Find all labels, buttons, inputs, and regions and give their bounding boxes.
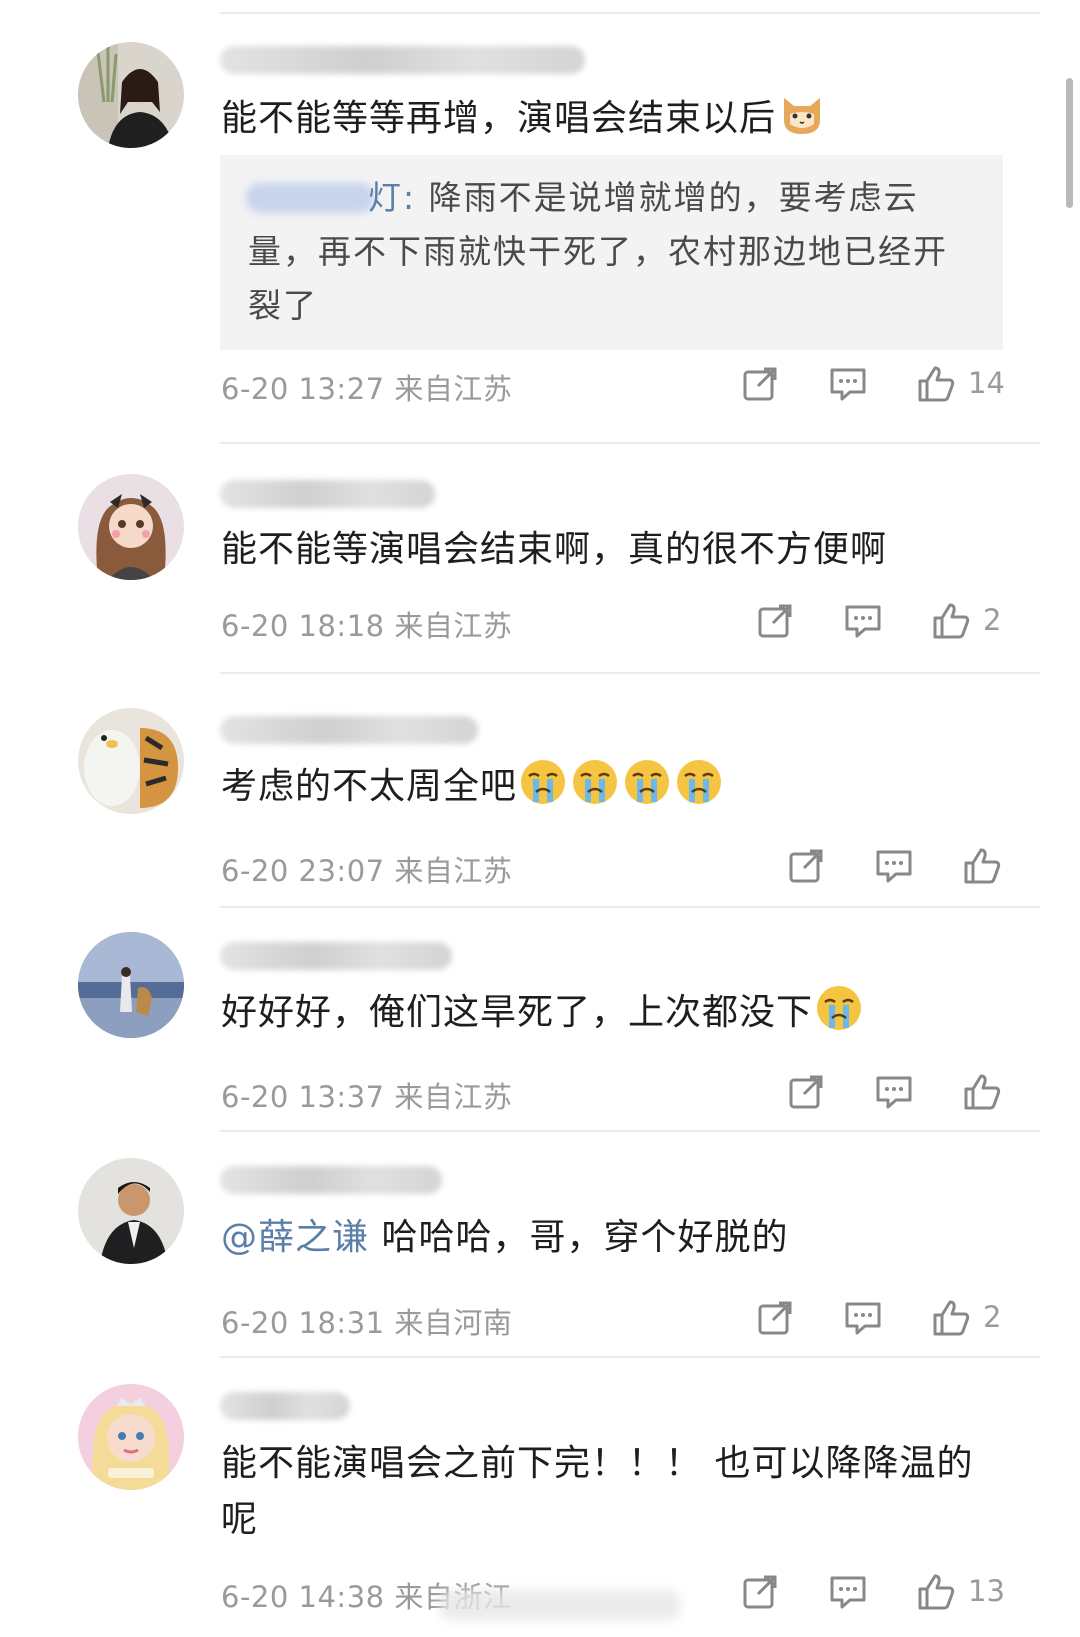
crying-face-emoji — [519, 758, 567, 806]
like-icon[interactable] — [916, 1572, 956, 1612]
like-icon[interactable] — [916, 364, 956, 404]
scrollbar[interactable] — [1066, 78, 1073, 208]
divider — [220, 442, 1040, 444]
cat-face-emoji — [778, 90, 826, 138]
watermark-blurred — [440, 1590, 680, 1620]
comment-meta: 6-20 18:31 来自河南 — [221, 1306, 513, 1340]
share-icon[interactable] — [740, 364, 780, 404]
comment-icon[interactable] — [843, 1298, 883, 1338]
comment-actions — [786, 1072, 1010, 1116]
divider — [220, 906, 1040, 908]
like-count: 2 — [983, 1300, 1002, 1334]
username-blurred[interactable] — [220, 480, 435, 508]
crying-face-emoji — [675, 758, 723, 806]
username-blurred[interactable] — [220, 1166, 442, 1194]
divider — [220, 1356, 1040, 1358]
comment-icon[interactable] — [828, 1572, 868, 1612]
comment-text: 能不能演唱会之前下完！！！ 也可以降降温的呢 — [221, 1443, 974, 1540]
comment-text: 考虑的不太周全吧 — [221, 758, 1001, 815]
share-icon[interactable] — [740, 1572, 780, 1612]
username-blurred[interactable] — [220, 942, 452, 970]
username-blurred[interactable] — [220, 46, 585, 74]
comment-meta: 6-20 18:18 来自江苏 — [221, 609, 513, 643]
comment-actions: 2 — [755, 1298, 1010, 1342]
avatar[interactable] — [78, 708, 184, 814]
avatar[interactable] — [78, 932, 184, 1038]
reply-text: 灯: 降雨不是说增就增的，要考虑云量，再不下雨就快干死了，农村那边地已经开裂了 — [248, 178, 948, 325]
share-icon[interactable] — [786, 846, 826, 886]
share-icon[interactable] — [755, 601, 795, 641]
like-icon[interactable] — [931, 1298, 971, 1338]
comment-actions: 2 — [755, 601, 1010, 645]
like-count: 14 — [968, 366, 1005, 400]
comment-meta: 6-20 13:37 来自江苏 — [221, 1080, 513, 1114]
comment-actions — [786, 846, 1010, 890]
divider — [220, 1130, 1040, 1132]
crying-face-emoji — [815, 984, 863, 1032]
share-icon[interactable] — [786, 1072, 826, 1112]
crying-face-emoji — [623, 758, 671, 806]
crying-face-emoji — [571, 758, 619, 806]
like-count: 13 — [968, 1574, 1005, 1608]
comment-text: @薛之谦 哈哈哈，哥，穿个好脱的 — [221, 1217, 789, 1258]
comment-meta: 6-20 13:27 来自江苏 — [221, 372, 513, 406]
comment-icon[interactable] — [828, 364, 868, 404]
like-icon[interactable] — [962, 846, 1002, 886]
mention-link[interactable]: @薛之谦 — [221, 1217, 369, 1258]
comment-meta: 6-20 23:07 来自江苏 — [221, 854, 513, 888]
reply-quote[interactable]: 灯: 降雨不是说增就增的，要考虑云量，再不下雨就快干死了，农村那边地已经开裂了 — [220, 155, 1003, 350]
like-icon[interactable] — [962, 1072, 1002, 1112]
share-icon[interactable] — [755, 1298, 795, 1338]
like-count: 2 — [983, 603, 1002, 637]
avatar[interactable] — [78, 474, 184, 580]
avatar[interactable] — [78, 42, 184, 148]
divider — [220, 12, 1040, 14]
comment-actions: 14 — [740, 364, 1010, 408]
comment-icon[interactable] — [874, 846, 914, 886]
comment-actions: 13 — [740, 1572, 1010, 1616]
divider — [220, 672, 1040, 674]
comment-text: 好好好，俺们这旱死了，上次都没下 — [221, 984, 1001, 1041]
comment-icon[interactable] — [843, 601, 883, 641]
username-blurred[interactable] — [220, 716, 478, 744]
avatar[interactable] — [78, 1384, 184, 1490]
username-blurred[interactable] — [220, 1392, 350, 1420]
comment-icon[interactable] — [874, 1072, 914, 1112]
comment-text: 能不能等等再增，演唱会结束以后 — [221, 90, 1001, 147]
avatar[interactable] — [78, 1158, 184, 1264]
comment-text: 能不能等演唱会结束啊，真的很不方便啊 — [221, 529, 888, 570]
like-icon[interactable] — [931, 601, 971, 641]
